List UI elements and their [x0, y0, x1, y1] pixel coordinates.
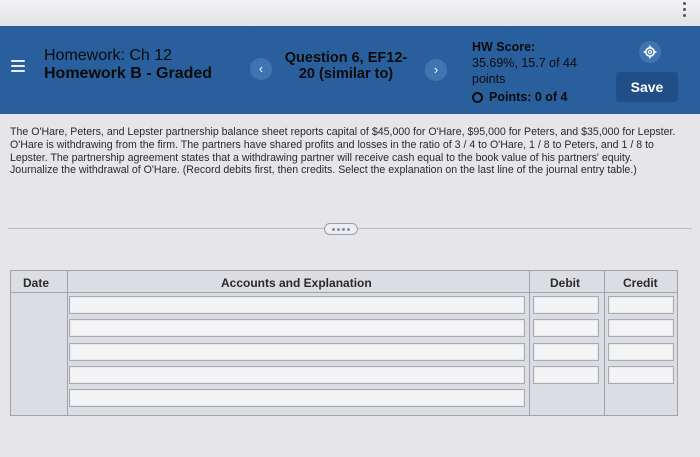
column-header-accounts: Accounts and Explanation — [221, 276, 372, 290]
assignment-header: Homework: Ch 12 Homework B - Graded ‹ Qu… — [0, 26, 700, 114]
credit-input-row-4[interactable] — [608, 366, 674, 384]
problem-statement: The O'Hare, Peters, and Lepster partners… — [10, 126, 676, 177]
column-divider — [67, 271, 68, 415]
gear-icon[interactable] — [639, 41, 661, 63]
column-header-debit: Debit — [550, 276, 580, 290]
question-line-1: Question 6, EF12- — [284, 50, 408, 66]
kebab-menu-icon[interactable] — [683, 2, 687, 17]
credit-input-row-3[interactable] — [608, 343, 674, 361]
journal-entry-table: Date Accounts and Explanation Debit Cred… — [10, 270, 678, 416]
hw-score-panel: HW Score: 35.69%, 15.7 of 44 points Poin… — [472, 39, 577, 105]
hw-score-label: HW Score: — [472, 40, 536, 54]
points-row: Points: 0 of 4 — [472, 89, 577, 105]
points-status-icon — [472, 91, 483, 103]
question-line-2: 20 (similar to) — [298, 66, 394, 82]
account-select-row-4[interactable] — [69, 366, 525, 384]
hw-score-value: 35.69%, 15.7 of 44 — [472, 56, 577, 70]
homework-chapter: Homework: Ch 12 — [44, 47, 173, 64]
save-button[interactable]: Save — [616, 72, 678, 102]
account-select-row-3[interactable] — [69, 343, 525, 361]
browser-top-strip — [0, 0, 700, 26]
question-title: Question 6, EF12- 20 (similar to) — [281, 50, 411, 82]
column-header-credit: Credit — [623, 276, 658, 290]
homework-name: Homework B - Graded — [44, 65, 213, 82]
explanation-select-row[interactable] — [69, 389, 525, 407]
debit-input-row-1[interactable] — [533, 296, 599, 314]
account-select-row-2[interactable] — [69, 319, 525, 337]
date-cell — [11, 293, 67, 415]
hw-score-unit: points — [472, 72, 506, 86]
debit-input-row-3[interactable] — [533, 343, 599, 361]
account-select-row-1[interactable] — [69, 296, 525, 314]
column-header-date: Date — [23, 276, 50, 290]
previous-question-button[interactable]: ‹ — [250, 58, 272, 80]
debit-input-row-2[interactable] — [533, 319, 599, 337]
column-divider — [529, 271, 530, 415]
homework-title: Homework: Ch 12 Homework B - Graded — [44, 47, 212, 83]
next-question-button[interactable]: › — [425, 59, 447, 81]
ellipsis-icon[interactable] — [324, 223, 358, 235]
journal-header-row: Date Accounts and Explanation Debit Cred… — [11, 271, 677, 293]
hamburger-icon[interactable] — [11, 60, 25, 72]
credit-input-row-1[interactable] — [608, 296, 674, 314]
credit-input-row-2[interactable] — [608, 319, 674, 337]
debit-input-row-4[interactable] — [533, 366, 599, 384]
column-divider — [604, 271, 605, 415]
points-label: Points: 0 of 4 — [489, 90, 568, 104]
